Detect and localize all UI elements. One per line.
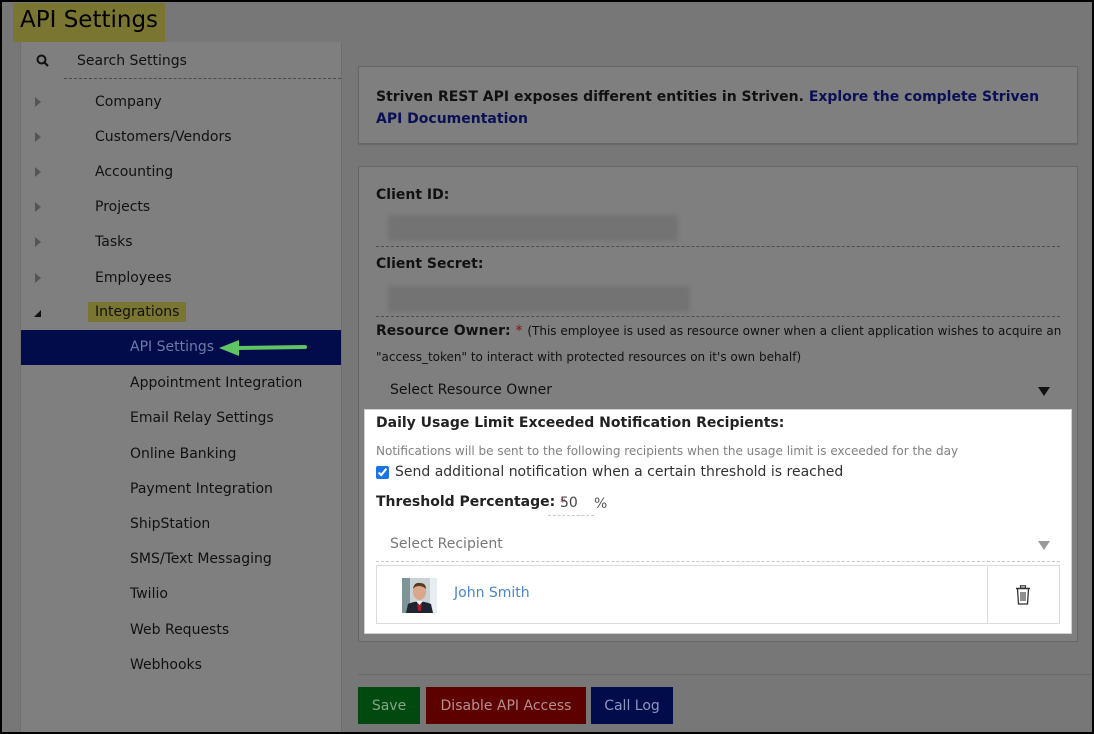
app-window: API Settings Search Settings Company Cus… <box>2 2 1092 732</box>
recipient-placeholder: Select Recipient <box>390 536 503 552</box>
sidebar-item-email-relay-settings[interactable]: Email Relay Settings <box>21 401 341 436</box>
threshold-percentage-label-text: Threshold Percentage: <box>376 494 556 510</box>
sidebar-item-label: Webhooks <box>130 657 202 673</box>
divider <box>376 246 1060 247</box>
dropdown-arrow-icon[interactable] <box>1038 387 1050 396</box>
recipient-select[interactable]: Select Recipient <box>376 530 1060 562</box>
footer-divider <box>358 674 1092 675</box>
save-button[interactable]: Save <box>358 687 420 724</box>
sidebar-item-label: Accounting <box>95 164 174 180</box>
sidebar-item-projects[interactable]: Projects <box>21 190 341 225</box>
sidebar-item-customers-vendors[interactable]: Customers/Vendors <box>21 120 341 155</box>
search-input[interactable]: Search Settings <box>77 53 187 69</box>
api-info-text: Striven REST API exposes different entit… <box>376 86 1056 130</box>
sidebar-item-label: ShipStation <box>130 516 211 532</box>
trash-icon <box>1016 585 1030 605</box>
notification-recipients-description: Notifications will be sent to the follow… <box>376 444 959 458</box>
notification-recipients-title: Daily Usage Limit Exceeded Notification … <box>376 415 785 431</box>
client-id-label: Client ID: <box>376 187 450 203</box>
resource-owner-label: Resource Owner: * (This employee is used… <box>376 323 1061 339</box>
caret-right-icon[interactable] <box>35 202 41 212</box>
sidebar-item-employees[interactable]: Employees <box>21 261 341 296</box>
annotation-arrow-icon <box>219 340 307 356</box>
threshold-notification-checkbox-row[interactable]: Send additional notification when a cert… <box>376 464 843 480</box>
sidebar-item-label: Appointment Integration <box>130 375 303 391</box>
caret-right-icon[interactable] <box>35 132 41 142</box>
dropdown-arrow-icon[interactable] <box>1038 541 1050 550</box>
sidebar-item-integrations[interactable]: Integrations <box>21 296 341 331</box>
sidebar-item-label: Tasks <box>95 234 133 250</box>
threshold-percentage-input[interactable] <box>548 490 594 516</box>
resource-owner-placeholder: Select Resource Owner <box>390 382 553 398</box>
recipient-info: John Smith <box>377 566 988 623</box>
threshold-percentage-label: Threshold Percentage: * <box>376 494 566 510</box>
sidebar-item-payment-integration[interactable]: Payment Integration <box>21 472 341 507</box>
delete-recipient-button[interactable] <box>988 566 1059 623</box>
recipient-name-link[interactable]: John Smith <box>454 585 530 601</box>
sidebar-item-label: Payment Integration <box>130 481 273 497</box>
sidebar-item-shipstation[interactable]: ShipStation <box>21 507 341 542</box>
search-settings[interactable]: Search Settings <box>21 42 341 79</box>
resource-owner-label-text: Resource Owner: <box>376 323 511 339</box>
caret-right-icon[interactable] <box>35 167 41 177</box>
sidebar-item-label: SMS/Text Messaging <box>130 551 272 567</box>
threshold-notification-checkbox[interactable] <box>376 465 389 479</box>
client-secret-value <box>388 286 690 312</box>
api-info-description: Striven REST API exposes different entit… <box>376 89 804 105</box>
search-underline <box>64 78 341 79</box>
usage-limit-notification-panel: Daily Usage Limit Exceeded Notification … <box>364 409 1072 634</box>
disable-api-access-button[interactable]: Disable API Access <box>426 687 586 724</box>
resource-owner-note: (This employee is used as resource owner… <box>527 324 1062 338</box>
divider <box>376 316 1060 317</box>
sidebar-item-company[interactable]: Company <box>21 85 341 120</box>
caret-right-icon[interactable] <box>35 237 41 247</box>
sidebar-item-twilio[interactable]: Twilio <box>21 577 341 612</box>
settings-sidebar: Search Settings Company Customers/Vendor… <box>20 42 342 732</box>
api-info-box: Striven REST API exposes different entit… <box>358 66 1078 144</box>
sidebar-item-tasks[interactable]: Tasks <box>21 225 341 260</box>
call-log-button[interactable]: Call Log <box>591 687 673 724</box>
sidebar-item-web-requests[interactable]: Web Requests <box>21 613 341 648</box>
resource-owner-select[interactable]: Select Resource Owner <box>376 377 1060 407</box>
sidebar-item-label: Company <box>95 94 162 110</box>
required-asterisk: * <box>515 323 523 339</box>
caret-right-icon[interactable] <box>35 273 41 283</box>
recipient-row: John Smith <box>376 565 1060 624</box>
sidebar-item-label: Twilio <box>130 586 168 602</box>
client-id-value <box>388 215 678 241</box>
sidebar-item-label: Integrations <box>88 302 187 322</box>
sidebar-item-sms-text-messaging[interactable]: SMS/Text Messaging <box>21 542 341 577</box>
sidebar-item-label: Employees <box>95 270 172 286</box>
percent-unit: % <box>594 496 608 512</box>
sidebar-item-online-banking[interactable]: Online Banking <box>21 437 341 472</box>
sidebar-item-label: API Settings <box>130 339 215 355</box>
page-title: API Settings <box>13 3 166 42</box>
threshold-notification-checkbox-label: Send additional notification when a cert… <box>395 464 844 480</box>
sidebar-item-api-settings[interactable]: API Settings <box>21 330 341 365</box>
caret-down-icon[interactable] <box>34 310 41 317</box>
sidebar-item-webhooks[interactable]: Webhooks <box>21 648 341 683</box>
sidebar-item-appointment-integration[interactable]: Appointment Integration <box>21 366 341 401</box>
sidebar-item-label: Projects <box>95 199 151 215</box>
client-secret-label: Client Secret: <box>376 256 484 272</box>
resource-owner-note-continued: "access_token" to interact with protecte… <box>376 350 802 364</box>
search-icon <box>36 54 49 67</box>
sidebar-item-label: Web Requests <box>130 622 230 638</box>
caret-right-icon[interactable] <box>35 97 41 107</box>
sidebar-item-label: Online Banking <box>130 446 237 462</box>
sidebar-item-label: Email Relay Settings <box>130 410 274 426</box>
sidebar-item-accounting[interactable]: Accounting <box>21 155 341 190</box>
sidebar-item-label: Customers/Vendors <box>95 129 232 145</box>
avatar <box>402 578 437 613</box>
